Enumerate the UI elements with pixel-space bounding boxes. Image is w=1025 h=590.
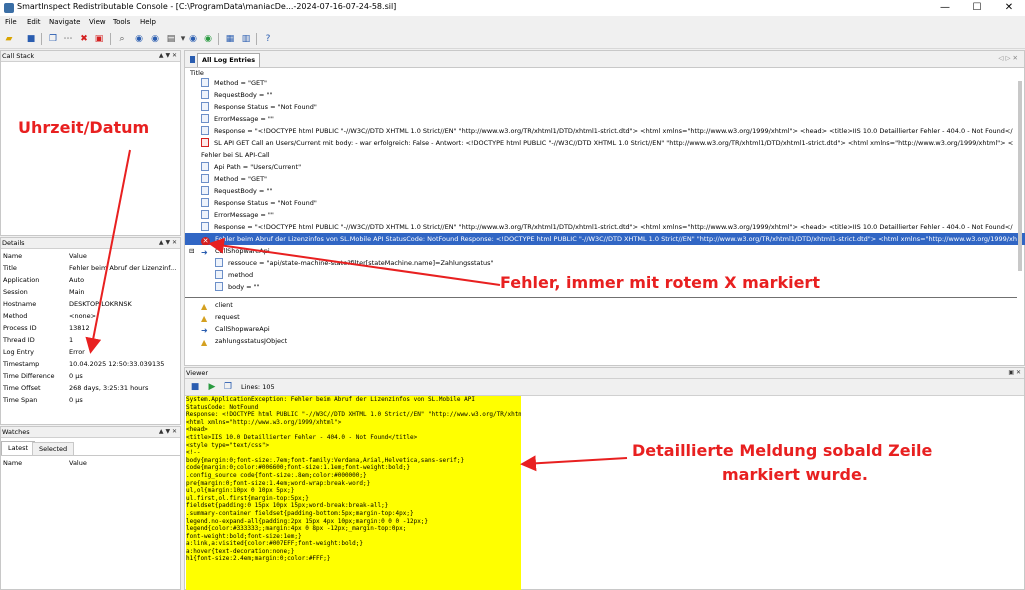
arrow-to-error-row <box>208 237 501 286</box>
arrow-to-viewer <box>520 455 628 472</box>
arrow-to-timestamp <box>85 149 131 354</box>
annotation-arrows <box>85 149 628 472</box>
annotation-detail-2: markiert wurde. <box>722 465 868 484</box>
annotation-error: Fehler, immer mit rotem X markiert <box>500 273 820 292</box>
annotation-date: Uhrzeit/Datum <box>18 118 150 137</box>
annotation-detail-1: Detaillierte Meldung sobald Zeile <box>632 441 933 460</box>
